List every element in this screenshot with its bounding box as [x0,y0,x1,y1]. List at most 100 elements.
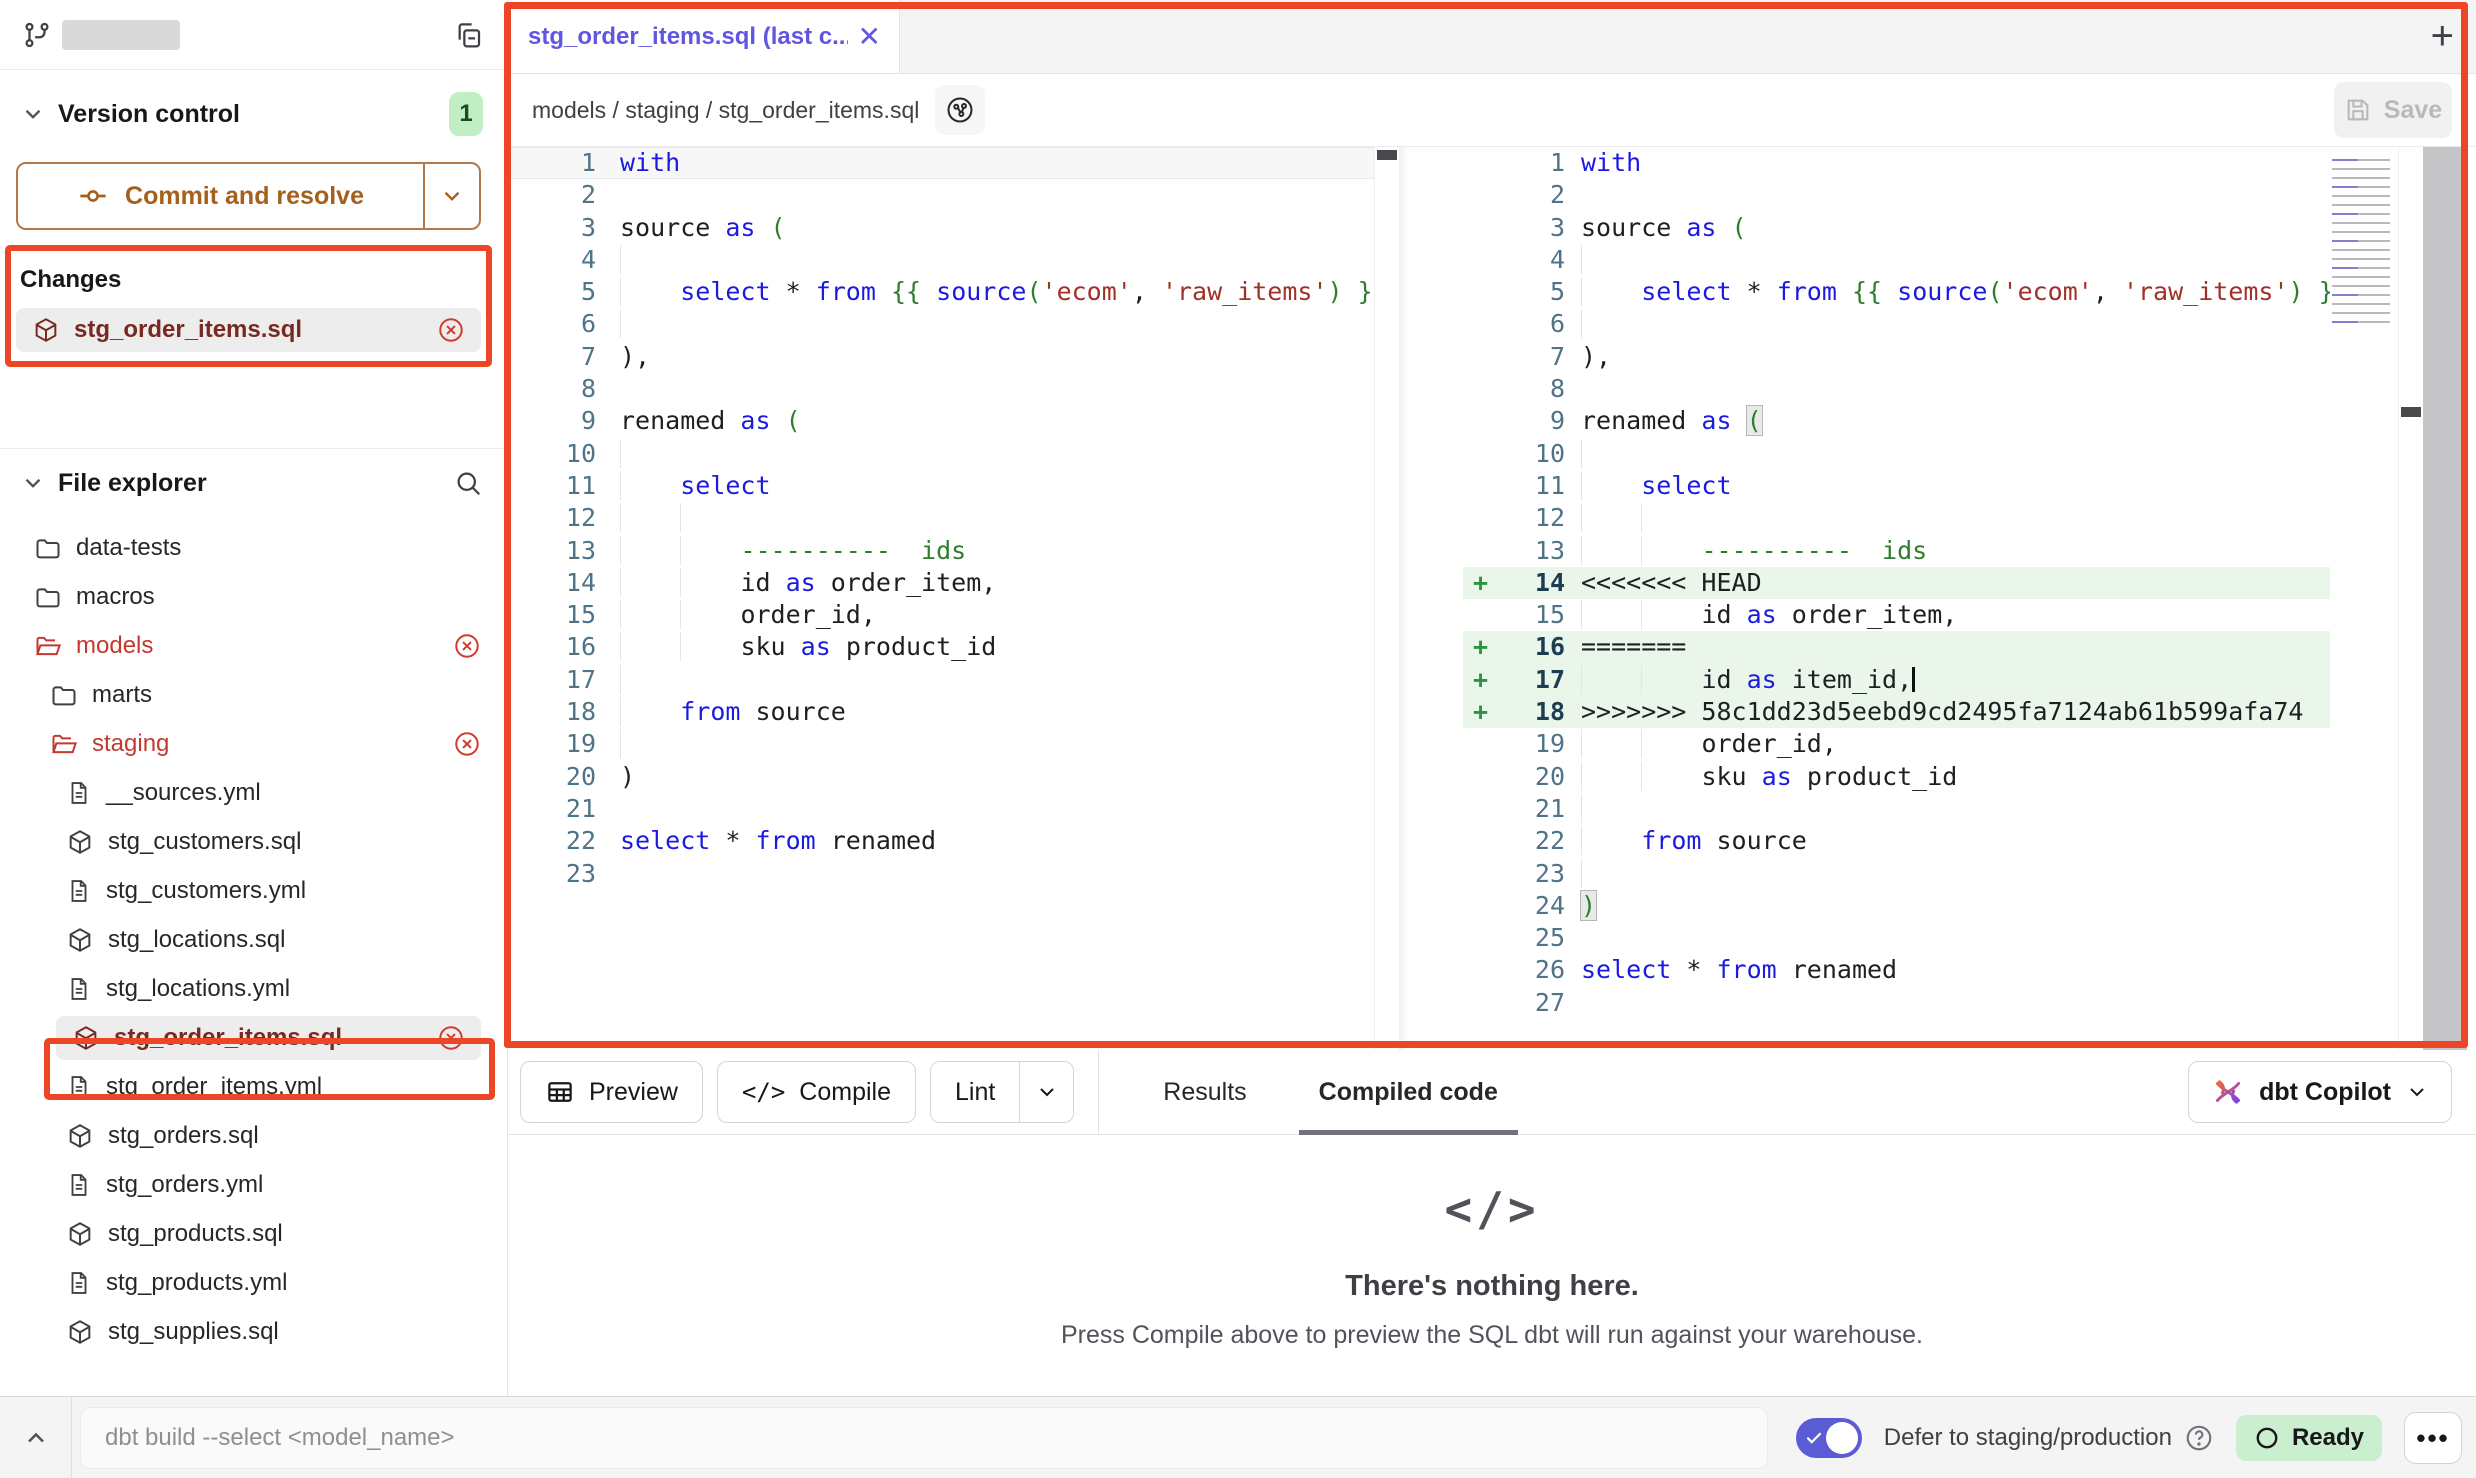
code-line: 20) [508,761,1374,793]
code-line: 7), [508,341,1374,373]
lineage-icon[interactable] [935,85,985,135]
changed-file-item[interactable]: stg_order_items.sql [16,308,481,352]
main-area: stg_order_items.sql (last c... ✕ + model… [508,0,2476,1396]
file-item[interactable]: stg_order_items.yml [0,1062,507,1111]
lint-options-chevron[interactable] [1019,1062,1073,1122]
file-item[interactable]: stg_orders.sql [0,1111,507,1160]
file-item[interactable]: stg_supplies.sql [0,1307,507,1356]
file-item[interactable]: stg_order_items.sql [0,1013,507,1062]
circle-x-icon[interactable] [437,1024,465,1052]
code-line: 4 [1463,244,2330,276]
more-options-button[interactable]: ••• [2404,1412,2462,1464]
code-line: +18>>>>>>> 58c1dd23d5eebd9cd2495fa7124ab… [1463,696,2330,728]
save-label: Save [2384,96,2442,125]
file-item[interactable]: staging [0,719,507,768]
code-line: 16 sku as product_id [508,631,1374,663]
chevron-down-icon [20,101,46,127]
branch-selector[interactable] [22,20,180,50]
commit-options-chevron[interactable] [423,164,479,228]
model-cube-icon [66,828,94,856]
toggle-knob [1826,1422,1858,1454]
search-icon[interactable] [453,468,483,498]
sidebar-header [0,0,507,70]
left-editor-scrollbar[interactable] [1374,147,1399,1050]
compile-button[interactable]: </> Compile [717,1061,916,1123]
compile-label: Compile [799,1078,891,1107]
content: Version control 1 Commit and resolve [0,0,2476,1396]
command-input[interactable] [80,1407,1768,1469]
tab-results[interactable]: Results [1155,1050,1254,1135]
file-item[interactable]: stg_products.sql [0,1209,507,1258]
save-button[interactable]: Save [2334,82,2452,138]
compiled-code-panel: </> There's nothing here. Press Compile … [508,1135,2476,1396]
circle-x-icon[interactable] [453,730,481,758]
code-line: 27 [1463,987,2330,1019]
code-line: 13 ---------- ids [1463,535,2330,567]
code-line: 11 select [508,470,1374,502]
file-tree: data-testsmacrosmodelsmartsstaging__sour… [0,517,507,1396]
file-item[interactable]: stg_customers.yml [0,866,507,915]
code-line: 12 [1463,502,2330,534]
file-item[interactable]: models [0,621,507,670]
preview-button[interactable]: Preview [520,1061,703,1123]
empty-state-icon: </> [1444,1182,1539,1236]
file-item[interactable]: stg_locations.yml [0,964,507,1013]
model-cube-icon [66,1220,94,1248]
editor-pane-left[interactable]: 1with23source as (4 5 select * from {{ s… [508,147,1374,1050]
circle-x-icon[interactable] [453,632,481,660]
file-item-label: stg_order_items.yml [106,1073,322,1101]
dbt-copilot-icon [2211,1075,2245,1109]
help-icon[interactable] [2184,1423,2214,1453]
code-line: 4 [508,244,1374,276]
connection-status-badge[interactable]: Ready [2236,1415,2382,1461]
code-line: +16======= [1463,631,2330,663]
file-item[interactable]: __sources.yml [0,768,507,817]
file-item[interactable]: stg_locations.sql [0,915,507,964]
version-control-section-header[interactable]: Version control 1 [0,82,507,146]
editor-pane-right[interactable]: 1with23source as (4 5 select * from {{ s… [1463,147,2330,1050]
file-item[interactable]: marts [0,670,507,719]
code-line: 2 [1463,179,2330,211]
breadcrumb-row: models / staging / stg_order_items.sql [508,74,2476,146]
tab-close-icon[interactable]: ✕ [858,23,881,51]
tab-compiled-code[interactable]: Compiled code [1311,1050,1506,1135]
commit-and-resolve-button[interactable]: Commit and resolve [16,162,481,230]
table-icon [545,1077,575,1107]
file-item[interactable]: stg_products.yml [0,1258,507,1307]
code-line: 5 select * from {{ source('ecom', 'raw_i… [1463,276,2330,308]
defer-toggle[interactable] [1796,1418,1862,1458]
file-item-label: stg_products.yml [106,1269,287,1297]
duplicate-files-icon[interactable] [453,19,485,51]
text-cursor [1912,667,1915,692]
model-cube-icon [72,1024,100,1052]
dbt-copilot-button[interactable]: dbt Copilot [2188,1061,2452,1123]
diff-editor[interactable]: 1with23source as (4 5 select * from {{ s… [508,146,2476,1050]
file-item[interactable]: stg_customers.sql [0,817,507,866]
changes-label: Changes [16,266,481,294]
overview-scrollbar-track[interactable] [2423,147,2467,1050]
code-line: 21 [1463,793,2330,825]
scrollbar-thumb[interactable] [1377,150,1397,160]
file-explorer-section-header[interactable]: File explorer [0,449,507,517]
file-item[interactable]: stg_orders.yml [0,1160,507,1209]
file-item[interactable]: macros [0,572,507,621]
model-cube-icon [32,316,60,344]
code-line: 5 select * from {{ source('ecom', 'raw_i… [508,276,1374,308]
expand-command-bar-icon[interactable] [0,1397,72,1478]
discard-change-icon[interactable] [437,316,465,344]
doc-icon [66,976,92,1002]
code-line: 22 from source [1463,825,2330,857]
code-line: 25 [1463,922,2330,954]
code-line: 12 [508,502,1374,534]
file-item[interactable]: data-tests [0,523,507,572]
right-editor-scrollbar[interactable] [2398,147,2423,1050]
lint-button[interactable]: Lint [931,1062,1019,1122]
folder-icon [34,534,62,562]
code-line: 10 [1463,438,2330,470]
new-tab-button[interactable]: + [2431,14,2454,59]
scrollbar-thumb[interactable] [2401,407,2421,417]
code-line: 8 [1463,373,2330,405]
file-item-label: stg_supplies.sql [108,1318,279,1346]
tab-stg-order-items[interactable]: stg_order_items.sql (last c... ✕ [508,0,900,73]
save-floppy-icon [2344,96,2372,124]
